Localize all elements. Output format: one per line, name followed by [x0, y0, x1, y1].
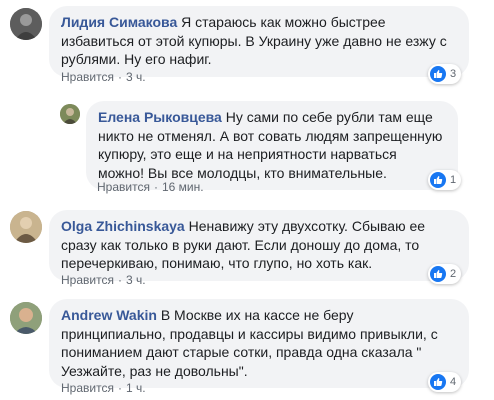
like-link[interactable]: Нравится: [61, 70, 114, 84]
reaction-count-value: 2: [450, 268, 457, 280]
comment-author[interactable]: Лидия Симакова: [61, 14, 177, 30]
comment-actions: Нравится · 3 ч.: [61, 70, 146, 84]
like-link[interactable]: Нравится: [61, 273, 114, 287]
reaction-count[interactable]: 4: [428, 372, 462, 392]
separator-dot: ·: [153, 180, 158, 194]
reaction-count[interactable]: 3: [428, 64, 462, 84]
comment-time[interactable]: 16 мин.: [162, 180, 204, 194]
avatar[interactable]: [10, 211, 42, 243]
separator-dot: ·: [117, 381, 122, 395]
like-link[interactable]: Нравится: [97, 180, 150, 194]
comment-time[interactable]: 1 ч.: [126, 381, 146, 395]
separator-dot: ·: [117, 70, 122, 84]
reaction-count-value: 1: [450, 174, 457, 186]
reaction-count-value: 3: [450, 68, 457, 80]
separator-dot: ·: [117, 273, 122, 287]
avatar[interactable]: [10, 8, 42, 40]
comment-bubble: Елена Рыковцева Ну сами по себе рубли та…: [86, 101, 458, 190]
comment-author[interactable]: Olga Zhichinskaya: [61, 218, 185, 234]
comment-actions: Нравится · 16 мин.: [97, 180, 204, 194]
avatar[interactable]: [60, 104, 80, 124]
comment-actions: Нравится · 3 ч.: [61, 273, 146, 287]
thumbs-up-icon: [430, 266, 446, 282]
comment-time[interactable]: 3 ч.: [126, 70, 146, 84]
comment-author[interactable]: Andrew Wakin: [61, 307, 157, 323]
comment-bubble: Olga Zhichinskaya Ненавижу эту двухсотку…: [49, 210, 469, 281]
comment-actions: Нравится · 1 ч.: [61, 381, 146, 395]
reaction-count[interactable]: 1: [428, 170, 462, 190]
comment-time[interactable]: 3 ч.: [126, 273, 146, 287]
comment-author[interactable]: Елена Рыковцева: [98, 109, 222, 125]
reaction-count-value: 4: [450, 376, 457, 388]
avatar[interactable]: [10, 302, 42, 334]
thumbs-up-icon: [430, 172, 446, 188]
like-link[interactable]: Нравится: [61, 381, 114, 395]
thumbs-up-icon: [430, 66, 446, 82]
reaction-count[interactable]: 2: [428, 264, 462, 284]
comment-bubble: Лидия Симакова Я стараюсь как можно быст…: [49, 6, 469, 77]
comment-bubble: Andrew Wakin В Москве их на кассе не бер…: [49, 299, 469, 388]
thumbs-up-icon: [430, 374, 446, 390]
